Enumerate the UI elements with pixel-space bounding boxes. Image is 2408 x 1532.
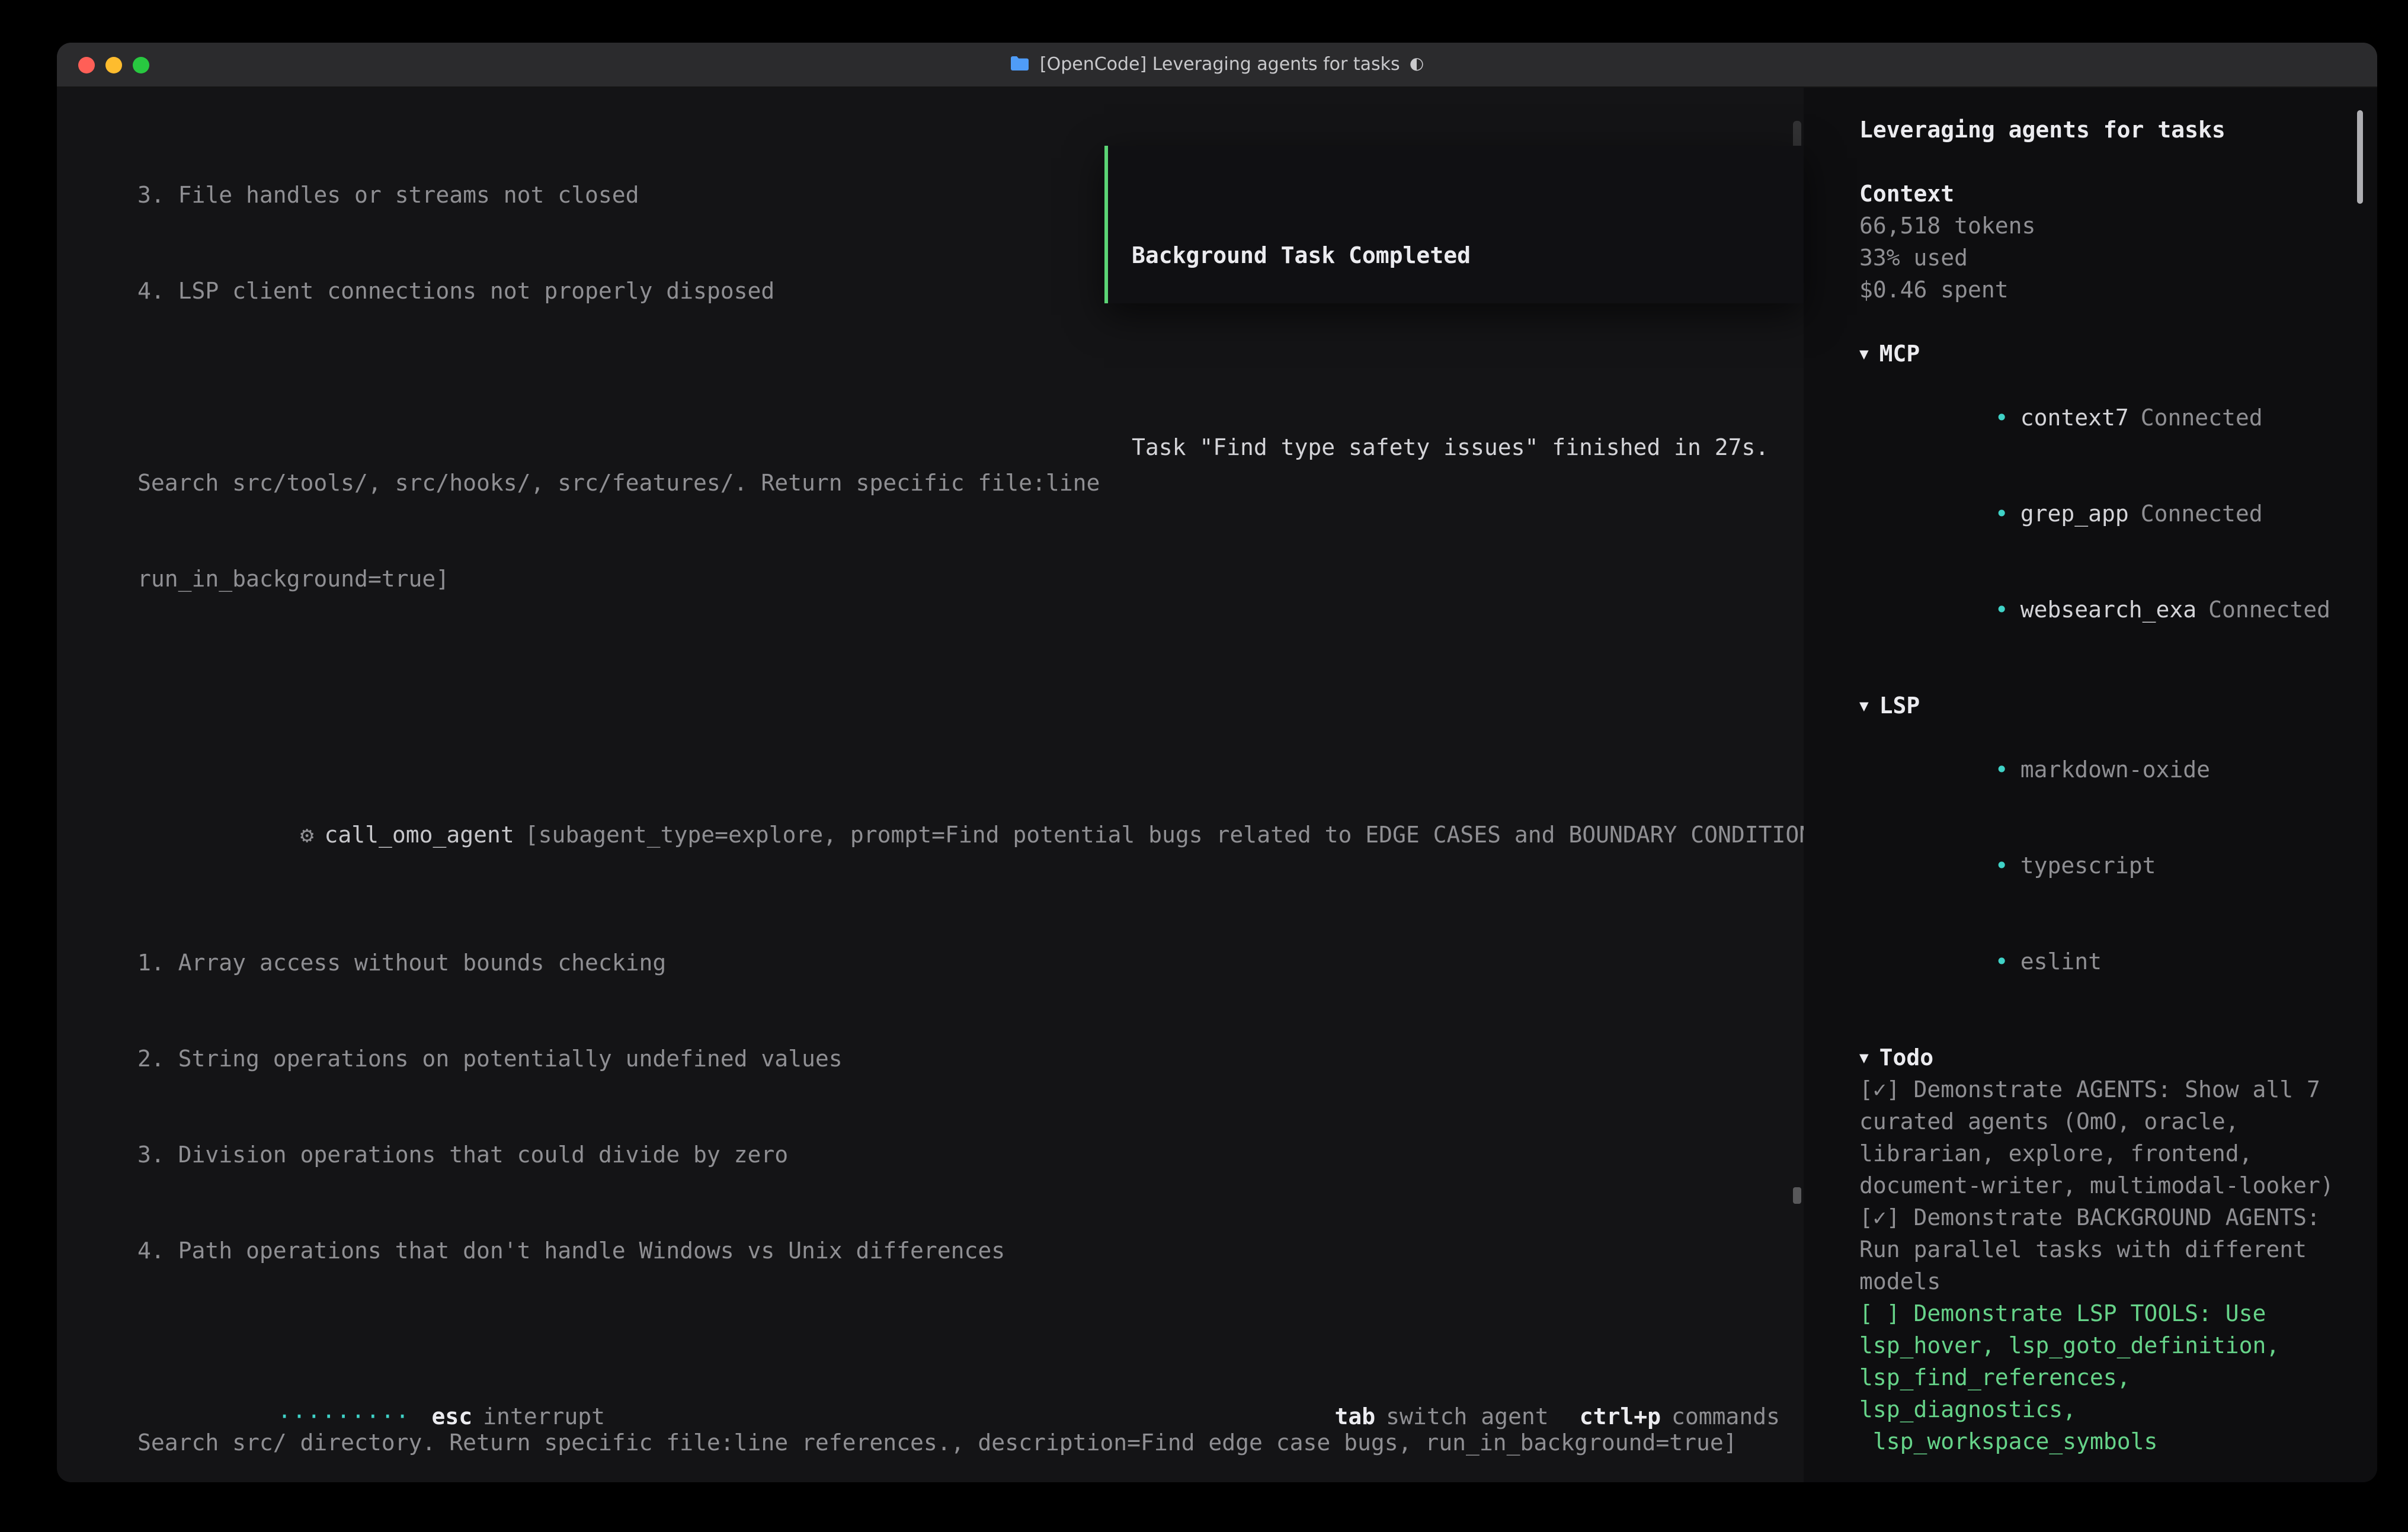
statusbar-right: tab switch agent ctrl+p commands bbox=[1172, 1377, 1780, 1456]
tool-name: call_omo_agent bbox=[324, 822, 514, 848]
todo-item-active: [ ] Demonstrate LSP TOOLS: Use lsp_hover… bbox=[1859, 1299, 2349, 1459]
terminal-line: 2. String operations on potentially unde… bbox=[104, 1044, 1785, 1076]
bullet-icon: • bbox=[1995, 757, 2009, 783]
session-sidebar: Leveraging agents for tasks Context 66,5… bbox=[1804, 88, 2377, 1482]
blank-line bbox=[104, 1332, 1785, 1364]
mcp-name: websearch_exa bbox=[2020, 597, 2196, 623]
mcp-item: • context7 Connected bbox=[1859, 371, 2349, 467]
ctrlp-key-hint: ctrl+p bbox=[1580, 1403, 1661, 1430]
session-title: Leveraging agents for tasks bbox=[1859, 115, 2349, 147]
bullet-icon: • bbox=[1995, 853, 2009, 879]
esc-key-hint: esc bbox=[431, 1403, 472, 1430]
window-title: [OpenCode] Leveraging agents for tasks ◐ bbox=[57, 53, 2377, 76]
todo-item: [✓] Demonstrate AGENTS: Show all 7 curat… bbox=[1859, 1075, 2349, 1203]
context-used: 33% used bbox=[1859, 243, 2349, 275]
section-header-mcp[interactable]: ▼ MCP bbox=[1859, 339, 2349, 371]
mcp-name: context7 bbox=[2020, 405, 2129, 431]
blank-line bbox=[1132, 336, 1804, 368]
terminal-line: 4. Path operations that don't handle Win… bbox=[104, 1236, 1785, 1268]
sidebar-scrollbar-thumb[interactable] bbox=[2357, 110, 2363, 204]
statusbar-left: ········· esc interrupt bbox=[115, 1377, 605, 1456]
chevron-down-icon: ▼ bbox=[1859, 346, 1869, 364]
mcp-status: Connected bbox=[2208, 597, 2330, 623]
scrollbar-thumb[interactable] bbox=[1793, 1187, 1801, 1204]
chevron-down-icon: ▼ bbox=[1859, 1050, 1869, 1068]
session-status-icon: ◐ bbox=[1410, 55, 1424, 73]
context-tokens: 66,518 tokens bbox=[1859, 211, 2349, 243]
context-spent: $0.46 spent bbox=[1859, 275, 2349, 307]
lsp-item: • eslint bbox=[1859, 915, 2349, 1011]
lsp-item: • markdown-oxide bbox=[1859, 723, 2349, 819]
toast-title: Background Task Completed bbox=[1132, 241, 1804, 273]
terminal-line: run_in_background=true] bbox=[104, 564, 1785, 596]
lsp-item: • typescript bbox=[1859, 819, 2349, 915]
gear-icon: ⚙ bbox=[300, 822, 314, 848]
folder-icon bbox=[1010, 56, 1030, 72]
opencode-terminal-window: [OpenCode] Leveraging agents for tasks ◐… bbox=[57, 43, 2377, 1482]
esc-key-label: interrupt bbox=[483, 1403, 605, 1430]
terminal-line: 1. Array access without bounds checking bbox=[104, 948, 1785, 980]
window-title-text: [OpenCode] Leveraging agents for tasks bbox=[1040, 53, 1400, 75]
section-header-lsp[interactable]: ▼ LSP bbox=[1859, 691, 2349, 723]
context-header: Context bbox=[1859, 179, 2349, 211]
window-titlebar[interactable]: [OpenCode] Leveraging agents for tasks ◐ bbox=[57, 43, 2377, 88]
lsp-name: eslint bbox=[2020, 949, 2102, 975]
toast-message: Task "Find type safety issues" finished … bbox=[1132, 432, 1804, 464]
mcp-status: Connected bbox=[2141, 501, 2263, 527]
ctrlp-key-label: commands bbox=[1671, 1403, 1780, 1430]
bullet-icon: • bbox=[1995, 405, 2009, 431]
working-spinner: ········· bbox=[278, 1403, 411, 1430]
mcp-status: Connected bbox=[2141, 405, 2263, 431]
chevron-down-icon: ▼ bbox=[1859, 698, 1869, 716]
terminal-line: 3. Division operations that could divide… bbox=[104, 1140, 1785, 1172]
screen: [OpenCode] Leveraging agents for tasks ◐… bbox=[0, 0, 2408, 1532]
mcp-name: grep_app bbox=[2020, 501, 2129, 527]
tool-call-line: ⚙call_omo_agent[subagent_type=explore, p… bbox=[104, 788, 1785, 884]
bullet-icon: • bbox=[1995, 949, 2009, 975]
lsp-name: markdown-oxide bbox=[2020, 757, 2210, 783]
bullet-icon: • bbox=[1995, 597, 2009, 623]
terminal-main-pane[interactable]: 3. File handles or streams not closed 4.… bbox=[57, 88, 1804, 1482]
mcp-header-label: MCP bbox=[1879, 341, 1920, 367]
mcp-item: • grep_app Connected bbox=[1859, 467, 2349, 563]
bullet-icon: • bbox=[1995, 501, 2009, 527]
lsp-header-label: LSP bbox=[1879, 693, 1920, 719]
lsp-name: typescript bbox=[2020, 853, 2156, 879]
section-header-todo[interactable]: ▼ Todo bbox=[1859, 1043, 2349, 1075]
tab-key-label: switch agent bbox=[1386, 1403, 1549, 1430]
mcp-item: • websearch_exa Connected bbox=[1859, 563, 2349, 659]
todo-item: [✓] Demonstrate BACKGROUND AGENTS: Run p… bbox=[1859, 1203, 2349, 1299]
statusbar: ········· esc interrupt tab switch agent ctr… bbox=[115, 1400, 1780, 1432]
tab-key-hint: tab bbox=[1334, 1403, 1375, 1430]
blank-line bbox=[104, 660, 1785, 692]
todo-header-label: Todo bbox=[1879, 1045, 1934, 1071]
toast-notification[interactable]: Background Task Completed Task "Find typ… bbox=[1104, 146, 1804, 303]
tool-args: [subagent_type=explore, prompt=Find pote… bbox=[525, 822, 1962, 848]
